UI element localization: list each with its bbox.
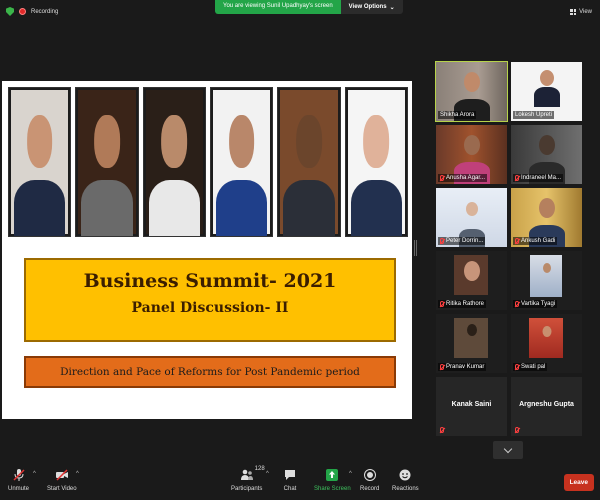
smiley-icon (398, 468, 412, 482)
participant-tile[interactable]: Pranav Kumar (436, 314, 507, 373)
chevron-down-icon: ⌄ (389, 4, 395, 11)
leave-button[interactable]: Leave (563, 474, 594, 491)
viewing-screen-text: You are viewing Sunil Upadhyay's screen (215, 0, 341, 14)
mic-muted-icon (515, 238, 519, 244)
grid-view-icon (570, 9, 577, 15)
participant-tile[interactable]: Lokesh Upreti (511, 62, 582, 121)
participants-options-caret[interactable]: ^ (266, 471, 269, 477)
unmute-button[interactable]: Unmute (8, 468, 29, 492)
participant-tile[interactable]: Kanak Saini (436, 377, 507, 436)
shared-screen-slide: Business Summit- 2021 Panel Discussion- … (2, 81, 412, 419)
mic-muted-icon (440, 301, 444, 307)
participant-display-name: Argneshu Gupta (519, 401, 574, 408)
screen-share-banner: You are viewing Sunil Upadhyay's screen … (215, 0, 403, 14)
participant-tile[interactable]: Vartika Tyagi (511, 251, 582, 310)
share-screen-label: Share Screen (314, 486, 351, 492)
panelist-photo (344, 87, 408, 237)
slide-topic-box: Direction and Pace of Reforms for Post P… (24, 356, 396, 388)
participant-tile[interactable]: Anusha Agar... (436, 125, 507, 184)
panelist-photo (8, 87, 72, 237)
participant-name: Peter Dorrin... (438, 237, 486, 245)
slide-title: Business Summit- 2021 (83, 270, 337, 292)
mic-muted-icon (12, 468, 26, 482)
reactions-button[interactable]: Reactions (392, 468, 419, 492)
zoom-meeting-window: Recording You are viewing Sunil Upadhyay… (0, 0, 600, 500)
top-bar: Recording You are viewing Sunil Upadhyay… (0, 0, 600, 26)
mic-muted-icon (440, 238, 444, 244)
mic-muted-icon (440, 364, 444, 370)
participant-name: Shikha Arora (438, 111, 477, 119)
participant-tile[interactable]: Indraneel Ma... (511, 125, 582, 184)
participant-display-name: Kanak Saini (451, 401, 492, 408)
participant-count: 128 (254, 466, 265, 472)
participant-tile[interactable]: Swati pal (511, 314, 582, 373)
mic-muted-icon (515, 364, 519, 370)
security-shield-icon[interactable] (6, 7, 14, 16)
mic-muted-icon (515, 301, 519, 307)
participant-tile[interactable]: Ritika Rathore (436, 251, 507, 310)
view-label: View (579, 9, 592, 15)
panelist-photo (277, 87, 341, 237)
chat-button[interactable]: Chat (283, 468, 297, 492)
panelist-photo (209, 87, 274, 237)
slide-title-box: Business Summit- 2021 Panel Discussion- … (24, 258, 396, 342)
participant-mic-status (513, 426, 521, 434)
start-video-label: Start Video (47, 486, 77, 492)
participant-name: Lokesh Upreti (513, 111, 555, 119)
participants-icon: 128 (240, 466, 265, 482)
recording-indicator: Recording (6, 7, 58, 16)
chat-label: Chat (283, 486, 297, 492)
mic-muted-icon (515, 175, 519, 181)
chat-icon (283, 468, 297, 482)
recording-label: Recording (31, 8, 59, 15)
participant-name: Indraneel Ma... (513, 174, 564, 182)
participant-name: Swati pal (513, 363, 548, 371)
meeting-toolbar: Unmute ^ Start Video ^ 128 Participants … (0, 462, 600, 500)
participant-name: Ankush Gadi (513, 237, 558, 245)
record-icon (363, 468, 377, 482)
participants-label: Participants (231, 486, 263, 492)
video-off-icon (55, 468, 69, 482)
record-button[interactable]: Record (360, 468, 379, 492)
participant-tile[interactable]: Peter Dorrin... (436, 188, 507, 247)
mic-muted-icon (440, 175, 444, 181)
participant-tile[interactable]: Shikha Arora (435, 61, 508, 122)
participant-name: Ritika Rathore (438, 300, 487, 308)
video-options-caret[interactable]: ^ (76, 471, 79, 477)
start-video-button[interactable]: Start Video (47, 468, 77, 492)
split-resize-handle[interactable] (414, 240, 417, 256)
share-screen-button[interactable]: Share Screen (314, 468, 351, 492)
participants-button[interactable]: 128 Participants (231, 466, 265, 492)
gallery-next-page-button[interactable] (493, 441, 523, 459)
participant-name: Vartika Tyagi (513, 300, 558, 308)
participant-tile[interactable]: Argneshu Gupta (511, 377, 582, 436)
record-label: Record (360, 486, 380, 492)
mic-muted-icon (515, 427, 519, 433)
reactions-label: Reactions (392, 486, 419, 492)
view-options-button[interactable]: View Options ⌄ (340, 0, 403, 14)
recording-dot-icon (19, 8, 26, 15)
view-button[interactable]: View (570, 9, 592, 15)
view-options-label: View Options (348, 4, 387, 10)
chevron-down-icon (503, 444, 513, 453)
participant-mic-status (438, 426, 446, 434)
share-options-caret[interactable]: ^ (349, 471, 352, 477)
unmute-label: Unmute (8, 486, 30, 492)
participant-name: Pranav Kumar (438, 363, 487, 371)
panelist-photos (8, 87, 408, 237)
audio-options-caret[interactable]: ^ (33, 471, 36, 477)
panelist-photo (75, 87, 139, 237)
slide-topic: Direction and Pace of Reforms for Post P… (60, 366, 360, 378)
participant-tile[interactable]: Ankush Gadi (511, 188, 582, 247)
mic-muted-icon (440, 427, 444, 433)
share-screen-icon (325, 468, 339, 482)
participant-name: Anusha Agar... (438, 174, 488, 182)
panelist-photo (142, 87, 206, 237)
slide-subtitle: Panel Discussion- II (131, 300, 289, 316)
